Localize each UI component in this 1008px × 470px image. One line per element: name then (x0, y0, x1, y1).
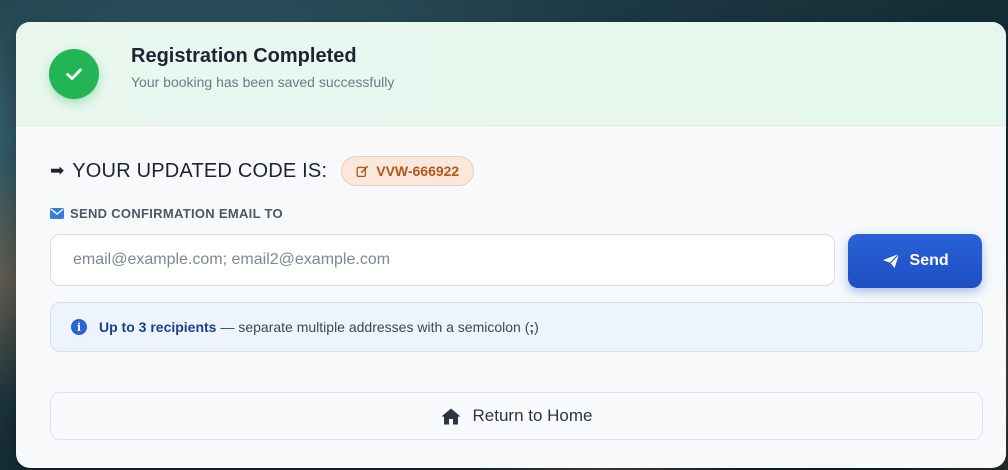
info-strong: Up to 3 recipients (99, 319, 217, 335)
edit-icon (356, 165, 369, 177)
code-row: ➡ YOUR UPDATED CODE IS: VVW-666922 (50, 155, 982, 187)
email-row: Send (50, 234, 982, 288)
info-icon: i (71, 319, 87, 335)
code-label: YOUR UPDATED CODE IS: (72, 159, 328, 182)
header-title: Registration Completed (131, 45, 357, 67)
registration-card: Registration Completed Your booking has … (16, 22, 1006, 468)
check-icon (49, 48, 99, 99)
success-header: Registration Completed Your booking has … (16, 22, 1006, 126)
email-input[interactable] (50, 234, 836, 286)
info-close: ) (534, 319, 539, 335)
return-home-label: Return to Home (472, 406, 593, 425)
send-button[interactable]: Send (848, 234, 982, 288)
arrow-right-icon: ➡ (50, 161, 65, 180)
code-value: VVW-666922 (376, 163, 460, 179)
card-body: ➡ YOUR UPDATED CODE IS: VVW-666922 SEND … (16, 155, 1006, 440)
info-rest: — separate multiple addresses with a sem… (220, 319, 530, 335)
code-badge[interactable]: VVW-666922 (341, 156, 475, 186)
recipients-info: i Up to 3 recipients — separate multiple… (50, 302, 983, 352)
header-subtitle: Your booking has been saved successfully (131, 74, 395, 90)
home-icon (441, 408, 460, 424)
email-heading-label: SEND CONFIRMATION EMAIL TO (70, 206, 283, 221)
envelope-icon (50, 208, 64, 219)
paper-plane-icon (882, 253, 899, 269)
send-button-label: Send (909, 252, 949, 269)
header-text: Registration Completed Your booking has … (131, 45, 394, 90)
return-home-button[interactable]: Return to Home (50, 392, 983, 440)
email-heading: SEND CONFIRMATION EMAIL TO (50, 206, 982, 221)
